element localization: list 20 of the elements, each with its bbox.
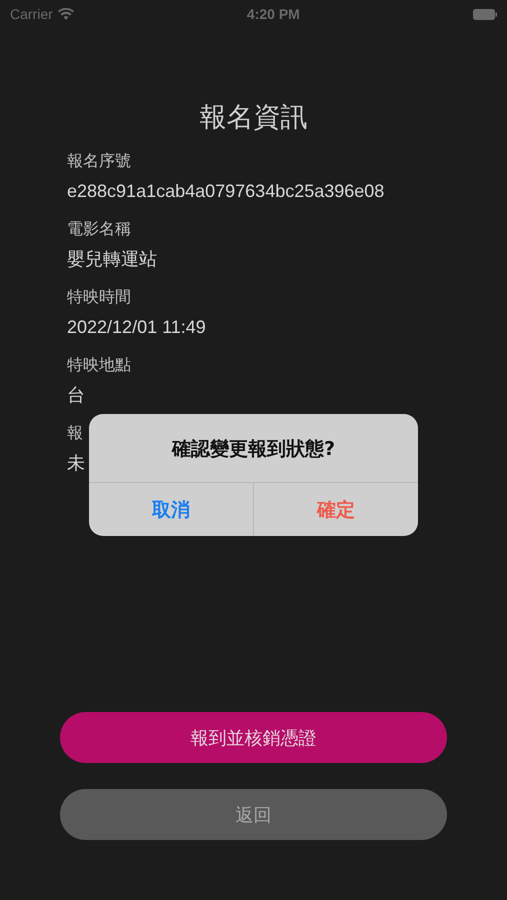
page-title: 報名資訊	[198, 101, 308, 135]
back-button[interactable]: 返回	[60, 789, 447, 840]
field-label: 報名序號	[67, 150, 132, 172]
battery-icon	[472, 8, 497, 20]
wifi-icon	[58, 8, 74, 20]
field-label: 特映時間	[67, 286, 132, 308]
alert-title: 確認變更報到狀態?	[170, 437, 336, 462]
field-value: e288c91a1cab4a0797634bc25a396e08	[67, 180, 386, 203]
status-time: 4:20 PM	[246, 6, 300, 22]
field-label: 特映地點	[67, 354, 132, 376]
confirm-button[interactable]: 確定	[253, 483, 418, 536]
field-label: 報	[67, 422, 84, 444]
check-in-button[interactable]: 報到並核銷憑證	[60, 712, 447, 763]
field-value: 2022/12/01 11:49	[67, 316, 207, 339]
field-value: 未	[67, 452, 86, 475]
carrier-label: Carrier	[10, 6, 53, 22]
field-label: 電影名稱	[67, 218, 132, 240]
field-value: 嬰兒轉運站	[67, 248, 158, 271]
cancel-button[interactable]: 取消	[89, 483, 253, 536]
field-value: 台	[67, 384, 86, 407]
